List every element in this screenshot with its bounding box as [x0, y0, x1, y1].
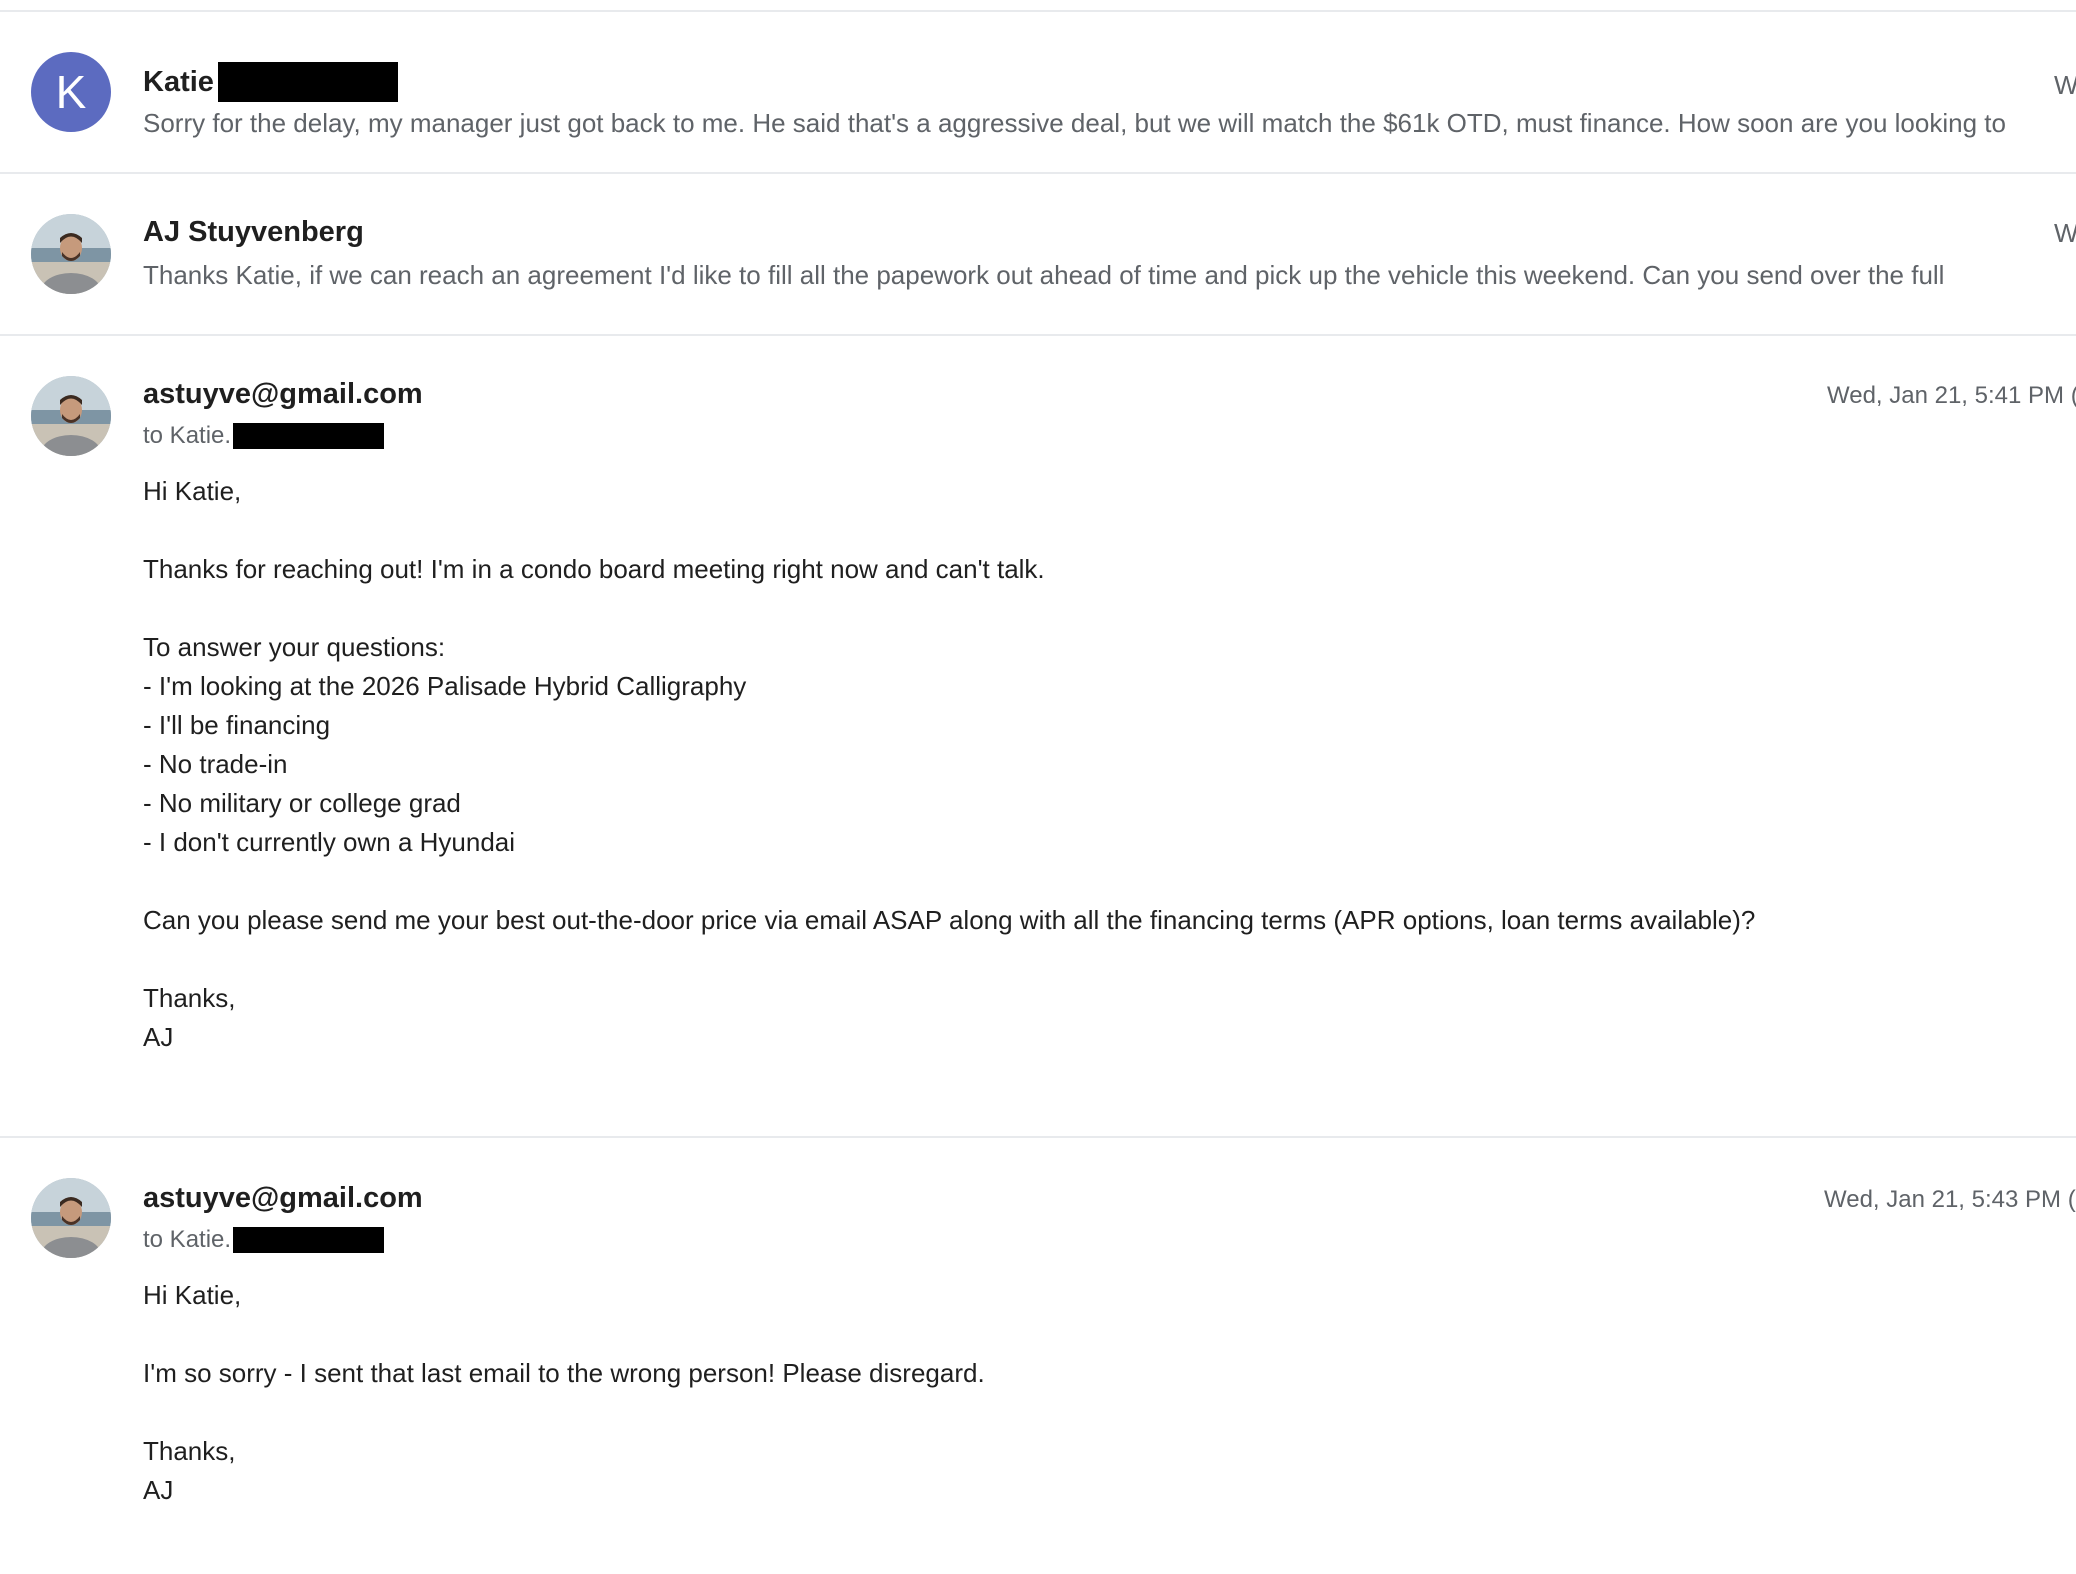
signature: AJ — [143, 1022, 174, 1052]
profile-photo-icon — [31, 214, 111, 294]
signature: AJ — [143, 1475, 174, 1505]
message-body: Hi Katie, I'm so sorry - I sent that las… — [143, 1276, 985, 1510]
sender-email[interactable]: astuyve@gmail.com — [143, 378, 423, 411]
message-date: W — [2054, 70, 2076, 100]
message-body: Hi Katie, Thanks for reaching out! I'm i… — [143, 472, 1755, 1057]
list-item: - I don't currently own a Hyundai — [143, 827, 516, 857]
list-item: - I'll be financing — [143, 710, 331, 740]
expanded-message: astuyve@gmail.com Wed, Jan 21, 5:43 PM (… — [0, 1138, 2076, 1574]
list-item: - No trade-in — [143, 749, 288, 779]
email-thread: K Katie Sorry for the delay, my manager … — [0, 0, 2076, 1574]
signoff: Thanks, — [143, 983, 236, 1013]
recipient-line[interactable]: to Katie. — [143, 1226, 231, 1254]
recipient-line[interactable]: to Katie. — [143, 422, 231, 450]
list-item: - No military or college grad — [143, 788, 461, 818]
sender-name[interactable]: Katie — [143, 66, 214, 99]
signoff: Thanks, — [143, 1436, 236, 1466]
profile-photo-icon — [31, 376, 111, 456]
body-paragraph: I'm so sorry - I sent that last email to… — [143, 1358, 985, 1388]
message-snippet: Thanks Katie, if we can reach an agreeme… — [143, 260, 1945, 290]
sender-email[interactable]: astuyve@gmail.com — [143, 1182, 423, 1215]
collapsed-message-katie[interactable]: K Katie Sorry for the delay, my manager … — [0, 12, 2076, 172]
message-snippet: Sorry for the delay, my manager just got… — [143, 108, 2006, 138]
body-paragraph: Thanks for reaching out! I'm in a condo … — [143, 554, 1045, 584]
message-date: W — [2054, 218, 2076, 248]
expanded-message: astuyve@gmail.com Wed, Jan 21, 5:41 PM (… — [0, 336, 2076, 1136]
message-timestamp[interactable]: Wed, Jan 21, 5:43 PM (3 — [1824, 1186, 2076, 1214]
list-item: - I'm looking at the 2026 Palisade Hybri… — [143, 671, 747, 701]
greeting: Hi Katie, — [143, 1280, 242, 1310]
greeting: Hi Katie, — [143, 476, 242, 506]
list-header: To answer your questions: — [143, 632, 446, 662]
profile-photo-icon — [31, 1178, 111, 1258]
avatar: K — [31, 52, 111, 132]
redacted-surname — [218, 62, 398, 102]
message-timestamp[interactable]: Wed, Jan 21, 5:41 PM (3 — [1827, 382, 2076, 410]
body-paragraph: Can you please send me your best out-the… — [143, 905, 1756, 935]
redacted-recipient — [233, 423, 384, 449]
collapsed-message-aj[interactable]: AJ Stuyvenberg Thanks Katie, if we can r… — [0, 174, 2076, 334]
sender-name[interactable]: AJ Stuyvenberg — [143, 216, 364, 249]
redacted-recipient — [233, 1227, 384, 1253]
